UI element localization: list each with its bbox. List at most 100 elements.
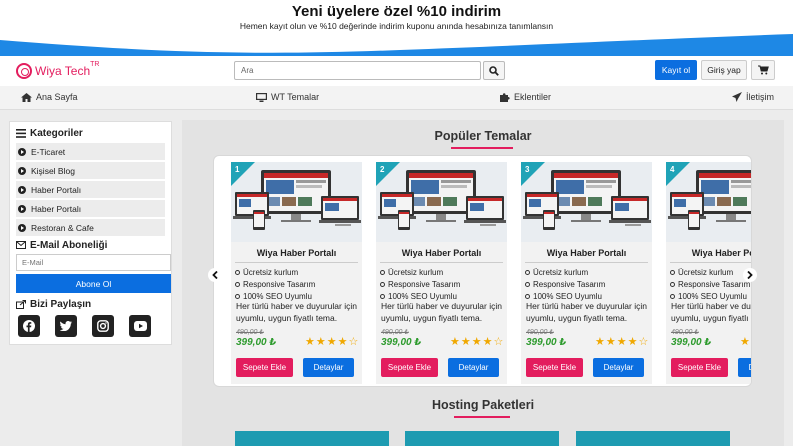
feature-item: Ücretsiz kurlum [235, 268, 298, 277]
divider [670, 262, 751, 263]
category-item[interactable]: E-Ticaret [16, 143, 165, 160]
circle-bullet-icon [525, 282, 530, 287]
nav-item-plugins[interactable]: Eklentiler [500, 92, 551, 102]
details-button[interactable]: Detaylar [738, 358, 751, 377]
logo[interactable]: Wiya Tech TR [16, 61, 99, 79]
details-button[interactable]: Detaylar [448, 358, 499, 377]
promo-subtitle: Hemen kayıt olun ve %10 değerinde indiri… [239, 21, 554, 31]
nav-label: Eklentiler [514, 92, 552, 102]
theme-title[interactable]: Wiya Haber Portalı [231, 248, 362, 258]
star-filled-icon: ★ [595, 336, 606, 348]
feature-item: Ücretsiz kurlum [525, 268, 588, 277]
theme-description: Her türlü haber ve duyurular için uyumlu… [671, 301, 751, 323]
nav-label: Ana Sayfa [36, 92, 78, 102]
circle-bullet-icon [525, 270, 530, 275]
theme-preview-image[interactable]: 4 [666, 162, 751, 242]
category-label: E-Ticaret [31, 146, 66, 157]
details-button[interactable]: Detaylar [303, 358, 354, 377]
star-filled-icon: ★ [605, 336, 617, 348]
old-price: 490,00 ₺ [236, 329, 264, 336]
star-filled-icon: ★ [326, 336, 338, 348]
popular-themes-title: Popüler Temalar [434, 129, 532, 143]
monitor-icon [256, 92, 267, 102]
share-heading: Bizi Paylaşın [16, 297, 165, 311]
nav-label: WT Temalar [271, 92, 320, 102]
theme-preview-image[interactable]: 2 [376, 162, 507, 242]
search-button[interactable] [483, 61, 505, 80]
theme-card[interactable]: 2 Wiya Haber Portalı Ücretsiz kurlum Respon… [376, 162, 507, 384]
category-label: Haber Portalı [31, 203, 82, 214]
envelope-icon [16, 241, 26, 249]
theme-description: Her türlü haber ve duyurular için uyumlu… [526, 301, 647, 323]
logo-text: Wiya Tech [35, 64, 91, 78]
price: 399,00 ₺ [381, 337, 422, 348]
carousel-next-button[interactable] [743, 268, 757, 282]
subscribe-button[interactable]: Abone Ol [16, 274, 171, 293]
paper-plane-icon [732, 92, 742, 102]
feature-label: Responsive Tasarım [533, 280, 606, 289]
chevron-circle-icon [18, 166, 26, 175]
email-field[interactable] [16, 254, 171, 271]
carousel-prev-button[interactable] [208, 268, 222, 282]
theme-title[interactable]: Wiya Haber Portalı [666, 248, 751, 258]
register-button[interactable]: Kayıt ol [655, 60, 697, 80]
category-item[interactable]: Restoran & Cafe [16, 219, 165, 236]
hosting-card[interactable] [576, 431, 730, 446]
details-button[interactable]: Detaylar [593, 358, 644, 377]
rank-number: 1 [235, 165, 240, 174]
hosting-card[interactable] [235, 431, 389, 446]
circle-bullet-icon [670, 270, 675, 275]
theme-card[interactable]: 1 Wiya Haber Portalı Ücretsiz kurlum Respon… [231, 162, 362, 384]
category-list: E-Ticaret Kişisel Blog Haber Portalı Hab… [16, 143, 165, 236]
star-empty-icon: ☆ [638, 336, 650, 348]
star-filled-icon: ★ [751, 336, 752, 348]
category-item[interactable]: Haber Portalı [16, 181, 165, 198]
share-title: Bizi Paylaşın [30, 298, 92, 310]
search-icon [489, 65, 499, 76]
category-label: Restoran & Cafe [31, 222, 94, 233]
categories-title: Kategoriler [30, 127, 83, 139]
newsletter-title: E-Mail Aboneliği [30, 239, 108, 251]
theme-preview-image[interactable]: 1 [231, 162, 362, 242]
facebook-link[interactable] [18, 315, 40, 337]
divider [380, 262, 503, 263]
youtube-icon [133, 321, 147, 331]
add-to-cart-button[interactable]: Sepete Ekle [236, 358, 293, 377]
feature-label: Ücretsiz kurlum [533, 268, 589, 277]
old-price: 490,00 ₺ [381, 329, 409, 336]
cart-button[interactable] [751, 60, 775, 80]
add-to-cart-button[interactable]: Sepete Ekle [381, 358, 438, 377]
facebook-icon [23, 320, 35, 332]
category-item[interactable]: Kişisel Blog [16, 162, 165, 179]
feature-item: Responsive Tasarım [235, 280, 315, 289]
hosting-card[interactable] [405, 431, 559, 446]
title-underline [454, 416, 510, 418]
share-icon [16, 299, 26, 309]
login-button[interactable]: Giriş yap [701, 60, 747, 80]
main-content: Popüler Temalar 1 Wiya Haber Portalı Ücret… [182, 120, 784, 446]
theme-card[interactable]: 4 Wiya Haber Portalı Ücretsiz kurlum Respon… [666, 162, 752, 384]
category-item[interactable]: Haber Portalı [16, 200, 165, 217]
search-input[interactable] [234, 61, 481, 80]
nav-label: İletişim [746, 92, 775, 102]
feature-label: Responsive Tasarım [243, 280, 316, 289]
old-price: 490,00 ₺ [526, 329, 554, 336]
theme-title[interactable]: Wiya Haber Portalı [521, 248, 652, 258]
divider [525, 262, 648, 263]
instagram-link[interactable] [92, 315, 114, 337]
twitter-link[interactable] [55, 315, 77, 337]
add-to-cart-button[interactable]: Sepete Ekle [526, 358, 583, 377]
price: 399,00 ₺ [671, 337, 712, 348]
circle-bullet-icon [670, 294, 675, 299]
star-filled-icon: ★ [627, 336, 639, 348]
youtube-link[interactable] [129, 315, 151, 337]
theme-title[interactable]: Wiya Haber Portalı [376, 248, 507, 258]
nav-item-themes[interactable]: WT Temalar [256, 92, 319, 102]
star-filled-icon: ★ [460, 336, 472, 348]
nav-item-contact[interactable]: İletişim [732, 92, 774, 102]
theme-preview-image[interactable]: 3 [521, 162, 652, 242]
theme-card[interactable]: 3 Wiya Haber Portalı Ücretsiz kurlum Respon… [521, 162, 652, 384]
nav-item-home[interactable]: Ana Sayfa [21, 92, 78, 102]
add-to-cart-button[interactable]: Sepete Ekle [671, 358, 728, 377]
social-links [16, 315, 165, 337]
